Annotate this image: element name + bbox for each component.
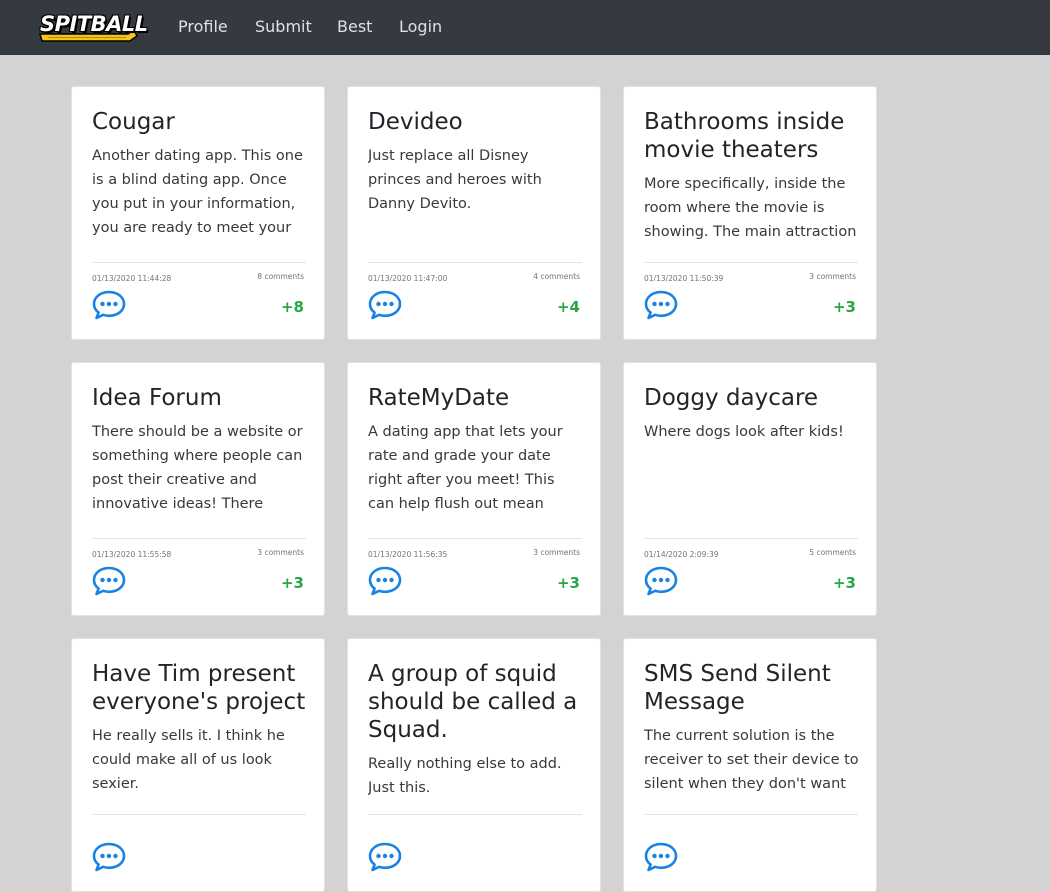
card-score: +3	[832, 298, 856, 316]
spitball-logo[interactable]: SPITBALL	[38, 10, 148, 44]
card-score: +3	[832, 574, 856, 592]
comment-bubble-icon[interactable]	[644, 566, 678, 596]
card-description: A dating app that lets your rate and gra…	[368, 424, 563, 512]
card-score: +3	[556, 574, 580, 592]
idea-card[interactable]: A group of squid should be called a Squa…	[347, 638, 601, 892]
idea-card[interactable]: RateMyDate A dating app that lets your ra…	[347, 362, 601, 616]
card-title[interactable]: Doggy daycare	[644, 384, 860, 412]
card-comment-count: 3 comments	[809, 272, 856, 281]
card-score: +3	[280, 574, 304, 592]
logo-text: SPITBALL	[40, 12, 148, 36]
comment-bubble-icon[interactable]	[368, 290, 402, 320]
card-divider	[92, 814, 306, 815]
card-description: Just replace all Disney princes and hero…	[368, 148, 542, 212]
card-title[interactable]: Have Tim present everyone's project	[92, 660, 308, 716]
card-title[interactable]: Idea Forum	[92, 384, 308, 412]
nav-link-login[interactable]: Login	[399, 17, 442, 37]
card-title[interactable]: A group of squid should be called a Squa…	[368, 660, 584, 744]
card-score: +4	[556, 298, 580, 316]
card-title[interactable]: Bathrooms inside movie theaters	[644, 108, 860, 164]
comment-bubble-icon[interactable]	[92, 842, 126, 872]
card-timestamp: 01/13/2020 11:47:00	[368, 274, 448, 283]
nav-link-submit[interactable]: Submit	[255, 17, 312, 37]
card-timestamp: 01/13/2020 11:44:28	[92, 274, 172, 283]
card-comment-count: 3 comments	[533, 548, 580, 557]
card-timestamp: 01/13/2020 11:50:39	[644, 274, 724, 283]
comment-bubble-icon[interactable]	[92, 290, 126, 320]
card-description: Where dogs look after kids!	[644, 424, 844, 440]
comment-bubble-icon[interactable]	[92, 566, 126, 596]
card-divider	[644, 538, 858, 539]
card-timestamp: 01/14/2020 2:09:39	[644, 550, 719, 559]
idea-card[interactable]: SMS Send Silent Message The current solut…	[623, 638, 877, 892]
card-divider	[644, 262, 858, 263]
idea-card[interactable]: Doggy daycare Where dogs look after kids!…	[623, 362, 877, 616]
card-comment-count: 3 comments	[257, 548, 304, 557]
card-divider	[368, 262, 582, 263]
nav-link-profile[interactable]: Profile	[178, 17, 228, 37]
card-description: More specifically, inside the room where…	[644, 176, 857, 240]
card-comment-count: 4 comments	[533, 272, 580, 281]
card-divider	[644, 814, 858, 815]
card-description: The current solution is the receiver to …	[644, 728, 859, 792]
card-comment-count: 8 comments	[257, 272, 304, 281]
card-title[interactable]: Devideo	[368, 108, 584, 136]
comment-bubble-icon[interactable]	[368, 842, 402, 872]
idea-card[interactable]: Devideo Just replace all Disney princes a…	[347, 86, 601, 340]
comment-bubble-icon[interactable]	[368, 566, 402, 596]
card-title[interactable]: Cougar	[92, 108, 308, 136]
card-divider	[92, 262, 306, 263]
card-description: Really nothing else to add. Just this.	[368, 756, 562, 796]
idea-card[interactable]: Cougar Another dating app. This one is a …	[71, 86, 325, 340]
card-description: He really sells it. I think he could mak…	[92, 728, 285, 792]
card-comment-count: 5 comments	[809, 548, 856, 557]
card-description: There should be a website or something w…	[92, 424, 303, 512]
card-timestamp: 01/13/2020 11:55:58	[92, 550, 172, 559]
comment-bubble-icon[interactable]	[644, 290, 678, 320]
card-description: Another dating app. This one is a blind …	[92, 148, 303, 236]
card-timestamp: 01/13/2020 11:56:35	[368, 550, 448, 559]
idea-card[interactable]: Bathrooms inside movie theaters More spec…	[623, 86, 877, 340]
card-score: +8	[280, 298, 304, 316]
card-title[interactable]: SMS Send Silent Message	[644, 660, 860, 716]
navbar: SPITBALL Profile Submit Best Login	[0, 0, 1050, 55]
card-divider	[92, 538, 306, 539]
idea-card[interactable]: Have Tim present everyone's project He re…	[71, 638, 325, 892]
nav-link-best[interactable]: Best	[337, 17, 372, 37]
idea-card[interactable]: Idea Forum There should be a website or s…	[71, 362, 325, 616]
card-title[interactable]: RateMyDate	[368, 384, 584, 412]
card-divider	[368, 814, 582, 815]
comment-bubble-icon[interactable]	[644, 842, 678, 872]
card-divider	[368, 538, 582, 539]
